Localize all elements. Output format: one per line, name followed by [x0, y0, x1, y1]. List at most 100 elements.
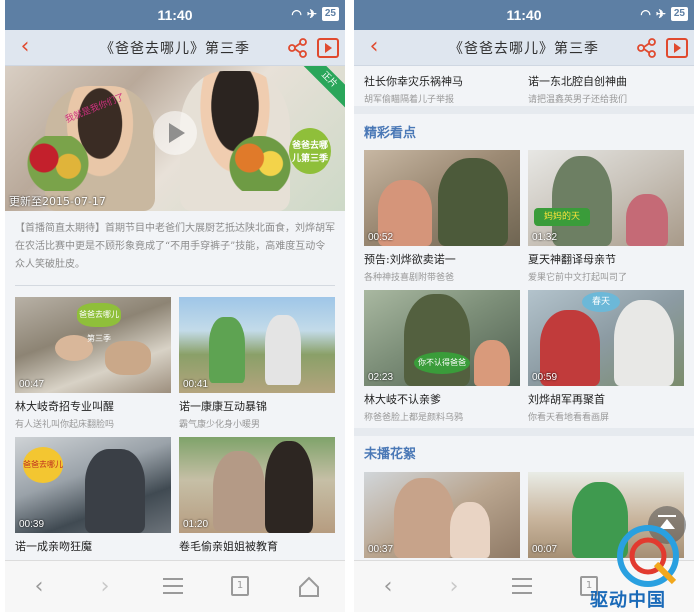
wifi-icon: ◠	[640, 7, 651, 21]
nav-bar: ‹ 《爸爸去哪儿》第三季	[5, 30, 345, 66]
page-title: 《爸爸去哪儿》第三季	[100, 40, 250, 57]
overlay-badge: 妈妈的天	[534, 208, 590, 226]
clip-title: 预告:刘烨欲卖诺一	[364, 253, 456, 266]
watermark-text: 驱动中国	[590, 590, 666, 611]
clip-tile[interactable]: 妈妈的天 01:32 夏天神翻译母亲节 爱果它前中文打起叫司了	[528, 150, 684, 283]
clip-subtitle: 各种神技喜剧附带爸爸	[364, 273, 455, 283]
home-icon	[299, 576, 319, 597]
browser-forward-button[interactable]: ›	[93, 575, 117, 599]
overlay-badge: 爸爸去哪儿 第三季	[77, 303, 121, 343]
clip-subtitle: 霸气康少化身小暖男	[179, 420, 261, 430]
phone-screen-left: 11:40 ◠ ✈ 25 ‹ 《爸爸去哪儿》第三季 我就是我你们了 爸爸去哪儿第…	[5, 0, 345, 612]
menu-button[interactable]	[163, 578, 183, 596]
girl-figure	[450, 502, 490, 558]
chevron-right-icon: ›	[449, 574, 459, 599]
clip-tile[interactable]: 00:37	[364, 472, 520, 558]
overlay-badge: 春天	[582, 292, 620, 312]
clip-title: 诺一东北腔自创神曲	[528, 75, 627, 88]
clip-subtitle: 请把温鑫英男子还给我们	[528, 95, 628, 105]
clip-duration: 00:59	[532, 372, 558, 383]
back-button[interactable]: ‹	[13, 36, 37, 60]
home-button[interactable]	[297, 575, 321, 599]
overlay-badge: 爸爸去哪儿	[23, 447, 63, 483]
overlay-badge: 你不认得爸爸	[414, 352, 470, 374]
clip-thumbnail: 你不认得爸爸 02:23	[364, 290, 520, 386]
browser-back-button[interactable]: ‹	[27, 575, 51, 599]
father-figure	[438, 158, 508, 246]
episode-description: 【首播简直太期待】首期节目中老爸们大展厨艺抵达陕北面食，刘烨胡军在农活比赛中更是…	[15, 223, 335, 270]
chevron-left-icon: ‹	[20, 34, 30, 59]
section-separator	[354, 106, 694, 114]
menu-icon	[512, 578, 532, 580]
clip-thumbnail: 妈妈的天 01:32	[528, 150, 684, 246]
clip-subtitle: 称爸爸脸上都是颜料乌鸦	[364, 413, 464, 423]
clip-thumbnail: 春天 00:59	[528, 290, 684, 386]
chevron-left-icon: ‹	[369, 34, 379, 59]
section-title-highlights: 精彩看点	[364, 126, 417, 141]
clip-duration: 00:41	[183, 379, 209, 390]
clip-duration: 01:20	[183, 519, 209, 530]
clip-title: 林大岐不认亲爹	[364, 393, 441, 406]
girl-figure	[265, 441, 313, 533]
episode-tag: 正片	[300, 66, 345, 109]
share-button[interactable]	[287, 37, 309, 59]
battery-icon: 25	[321, 7, 339, 21]
update-date: 更新至2015-07-17	[9, 195, 106, 208]
play-icon[interactable]	[153, 111, 197, 155]
share-button[interactable]	[636, 37, 658, 59]
wifi-icon: ◠	[291, 7, 302, 21]
clip-duration: 00:39	[19, 519, 45, 530]
clip-title: 社长你幸灾乐祸神马	[364, 75, 463, 88]
clip-title: 夏天神翻译母亲节	[528, 253, 616, 266]
father-figure	[85, 449, 145, 533]
menu-icon-line	[512, 592, 532, 594]
menu-icon	[163, 578, 183, 580]
chevron-right-icon: ›	[100, 574, 110, 599]
father-figure	[394, 478, 454, 558]
clip-duration: 00:52	[368, 232, 394, 243]
airplane-icon: ✈	[655, 7, 666, 21]
status-time: 11:40	[506, 7, 542, 23]
status-icons: ◠ ✈ 25	[291, 7, 339, 21]
clip-title: 刘烨胡军再聚首	[528, 393, 605, 406]
video-play-button[interactable]	[317, 38, 339, 58]
menu-icon-line	[163, 592, 183, 594]
clip-subtitle: 你看天看地看看画屏	[528, 413, 610, 423]
clip-duration: 01:32	[532, 232, 558, 243]
child-green-shirt	[209, 317, 245, 383]
browser-forward-button[interactable]: ›	[442, 575, 466, 599]
share-icon	[637, 38, 656, 58]
father-figure-white	[614, 300, 674, 386]
clip-thumbnail: 01:20	[179, 437, 335, 533]
page-title: 《爸爸去哪儿》第三季	[449, 40, 599, 57]
clip-tile[interactable]: 社长你幸灾乐祸神马 胡军偷瞄隔着儿子举报	[364, 68, 520, 105]
video-play-button[interactable]	[666, 38, 688, 58]
clip-duration: 00:07	[532, 544, 558, 555]
chevron-left-icon: ‹	[34, 574, 44, 599]
share-icon	[288, 38, 307, 58]
browser-back-button[interactable]: ‹	[376, 575, 400, 599]
tabs-button[interactable]: 1	[231, 576, 249, 596]
clip-tile[interactable]: 你不认得爸爸 02:23 林大岐不认亲爹 称爸爸脸上都是颜料乌鸦	[364, 290, 520, 423]
nav-bar: ‹ 《爸爸去哪儿》第三季	[354, 30, 694, 66]
bottom-toolbar: ‹ › 1	[5, 560, 345, 612]
clip-tile[interactable]: 诺一东北腔自创神曲 请把温鑫英男子还给我们	[528, 68, 684, 105]
child-curly-hair	[213, 451, 265, 531]
clip-subtitle: 爱果它前中文打起叫司了	[528, 273, 628, 283]
clip-tile[interactable]: 春天 00:59 刘烨胡军再聚首 你看天看地看看画屏	[528, 290, 684, 423]
clip-subtitle: 有人送礼叫你起床翻脸吗	[15, 420, 115, 430]
clip-tile[interactable]: 00:41 诺一康康互动暴锦 霸气康少化身小暖男	[179, 297, 335, 430]
clip-tile[interactable]: 爸爸去哪儿 第三季 00:47 林大岐奇招专业叫醒 有人送礼叫你起床翻脸吗	[15, 297, 171, 430]
menu-button[interactable]	[512, 578, 532, 596]
clip-thumbnail: 00:41	[179, 297, 335, 393]
battery-icon: 25	[670, 7, 688, 21]
child-figure	[474, 340, 510, 386]
clip-thumbnail: 00:52	[364, 150, 520, 246]
hero-video[interactable]: 我就是我你们了 爸爸去哪儿第三季 正片 更新至2015-07-17	[5, 66, 345, 211]
clip-title: 林大岐奇招专业叫醒	[15, 400, 114, 413]
back-button[interactable]: ‹	[362, 36, 386, 60]
clip-tile[interactable]: 爸爸去哪儿 00:39 诺一成亲吻狂魔	[15, 437, 171, 554]
clip-tile[interactable]: 00:52 预告:刘烨欲卖诺一 各种神技喜剧附带爸爸	[364, 150, 520, 283]
clip-tile[interactable]: 01:20 卷毛偷亲姐姐被教育	[179, 437, 335, 554]
clip-title: 卷毛偷亲姐姐被教育	[179, 540, 278, 553]
